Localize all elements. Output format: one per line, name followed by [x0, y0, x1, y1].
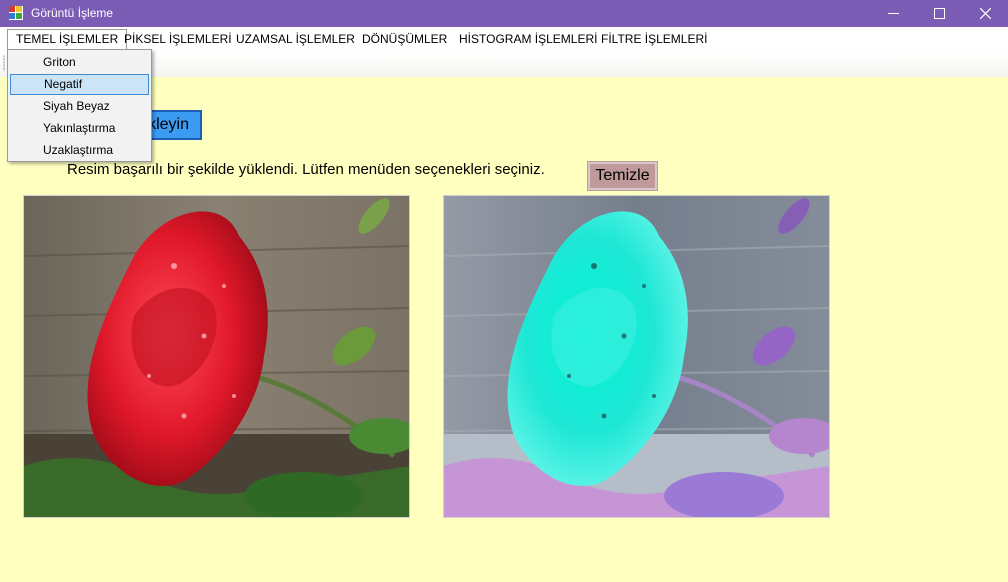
maximize-icon [933, 8, 945, 19]
app-icon [9, 6, 23, 20]
negative-image [443, 195, 830, 518]
minimize-icon [887, 13, 899, 14]
window-title: Görüntü İşleme [31, 6, 114, 20]
close-icon [979, 8, 991, 19]
menu-item-griton[interactable]: Griton [10, 52, 149, 73]
minimize-button[interactable] [870, 0, 916, 27]
title-bar: Görüntü İşleme [0, 0, 1008, 27]
close-button[interactable] [962, 0, 1008, 27]
menu-piksel-islemleri[interactable]: PİKSEL İŞLEMLERİ [116, 30, 240, 49]
menu-temel-islemler[interactable]: TEMEL İŞLEMLER [7, 29, 128, 50]
menu-bar: TEMEL İŞLEMLER PİKSEL İŞLEMLERİ UZAMSAL … [0, 27, 1008, 51]
menu-item-siyah-beyaz[interactable]: Siyah Beyaz [10, 96, 149, 117]
toolstrip-grip[interactable] [3, 55, 5, 71]
original-image [23, 195, 410, 518]
menu-item-negatif[interactable]: Negatif [10, 74, 149, 95]
menu-filtre-islemleri[interactable]: FİLTRE İŞLEMLERİ [593, 30, 715, 49]
clear-button[interactable]: Temizle [587, 161, 658, 191]
menu-histogram-islemleri[interactable]: HİSTOGRAM İŞLEMLERİ [451, 30, 605, 49]
maximize-button[interactable] [916, 0, 962, 27]
menu-uzamsal-islemler[interactable]: UZAMSAL İŞLEMLER [228, 30, 363, 49]
menu-item-yakinlastirma[interactable]: Yakınlaştırma [10, 118, 149, 139]
menu-item-uzaklastirma[interactable]: Uzaklaştırma [10, 140, 149, 161]
menu-donusumler[interactable]: DÖNÜŞÜMLER [354, 30, 455, 49]
status-label: Resim başarılı bir şekilde yüklendi. Lüt… [67, 161, 545, 178]
temel-islemler-dropdown: Griton Negatif Siyah Beyaz Yakınlaştırma… [7, 49, 152, 162]
